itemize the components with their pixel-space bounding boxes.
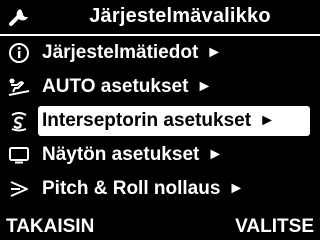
menu-item-label: Pitch & Roll nollaus (42, 178, 221, 199)
select-button[interactable]: VALITSE (235, 216, 314, 238)
menu-item-label: Järjestelmätiedot (42, 42, 199, 63)
menu-item-system-info[interactable]: Järjestelmätiedot ► (0, 36, 320, 70)
chevron-right-icon: ► (259, 112, 275, 129)
chevron-right-icon: ► (196, 78, 213, 95)
autopilot-icon (6, 74, 32, 100)
page-title: Järjestelmävalikko (89, 5, 271, 27)
menu-item-interceptor-settings[interactable]: Interseptorin asetukset ► (0, 104, 320, 138)
display-icon (6, 142, 32, 168)
menu-item-label: AUTO asetukset (42, 76, 189, 97)
menu-item-label: Interseptorin asetukset (42, 110, 252, 131)
wrench-icon (8, 5, 32, 27)
chevron-right-icon: ► (206, 44, 223, 61)
info-icon (6, 40, 32, 66)
header-bar: Järjestelmävalikko (0, 0, 320, 36)
menu-item-label: Näytön asetukset (42, 144, 200, 165)
back-button[interactable]: TAKAISIN (6, 216, 94, 238)
pitch-roll-icon (6, 176, 32, 202)
menu-item-pitch-roll-reset[interactable]: Pitch & Roll nollaus ► (0, 172, 320, 206)
chevron-right-icon: ► (207, 146, 224, 163)
chevron-right-icon: ► (228, 180, 245, 197)
system-menu: Järjestelmätiedot ► AUTO asetukset ► Int (0, 36, 320, 206)
menu-item-auto-settings[interactable]: AUTO asetukset ► (0, 70, 320, 104)
interceptor-icon (6, 108, 32, 134)
menu-item-display-settings[interactable]: Näytön asetukset ► (0, 138, 320, 172)
softkey-bar: TAKAISIN VALITSE (0, 214, 320, 240)
